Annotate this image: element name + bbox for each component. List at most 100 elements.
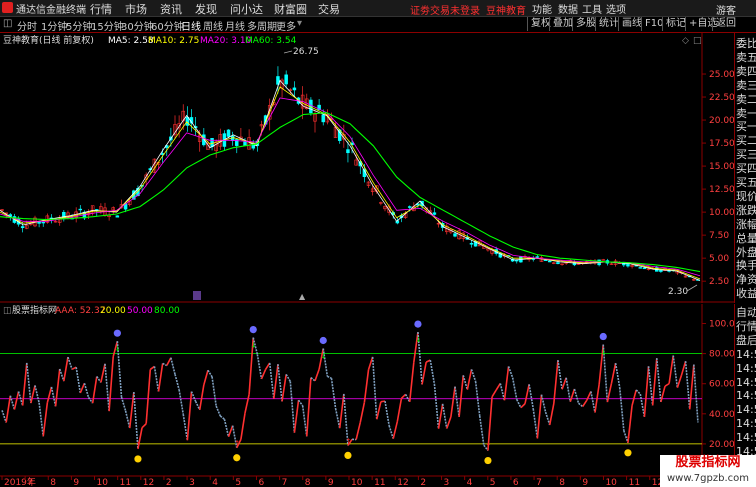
login-notice[interactable]: 证劵交易未登录 bbox=[410, 2, 480, 17]
menu-item-faxian[interactable]: 发现 bbox=[195, 1, 217, 17]
sell-signal-icon bbox=[113, 329, 121, 337]
quote-cell: 买五 bbox=[736, 176, 756, 189]
menu-item-jiaoyi[interactable]: 交易 bbox=[318, 1, 340, 17]
event-marker-icon[interactable] bbox=[193, 291, 201, 300]
legend-ma5: MA5: 2.58 bbox=[108, 36, 154, 46]
period-60min[interactable]: 60分钟 bbox=[151, 18, 184, 33]
menu-item-hangqing[interactable]: 行情 bbox=[90, 1, 112, 17]
tick-cell: 14:5 bbox=[736, 361, 756, 375]
quote-cell: 涨跌 bbox=[736, 203, 756, 217]
candle-body bbox=[659, 269, 663, 272]
period-30min[interactable]: 30分钟 bbox=[121, 18, 154, 33]
candle-body bbox=[469, 243, 474, 245]
info-marker-icon[interactable]: ▲ bbox=[299, 292, 306, 301]
app-name: 通达信金融终端 bbox=[16, 5, 86, 16]
date-tick-label: 9 bbox=[328, 478, 334, 487]
menu-item-wenxiaoda[interactable]: 问小达 bbox=[230, 1, 263, 17]
quote-cell: 委比 bbox=[736, 37, 756, 50]
candle-body bbox=[346, 149, 350, 154]
tick-cell: 盘后 bbox=[736, 333, 756, 347]
menu-item-gongju[interactable]: 工具 bbox=[582, 1, 602, 16]
date-tick-label: 7 bbox=[27, 478, 33, 487]
date-tick-label: 7 bbox=[282, 478, 288, 487]
menu-item-zixun[interactable]: 资讯 bbox=[160, 1, 182, 17]
price-tick-label: 17.50 bbox=[709, 139, 735, 149]
legend-level-80: 80.00 bbox=[154, 306, 180, 316]
watermark: 股票指标网 www.7gpzb.com bbox=[660, 455, 756, 487]
period-fenshi[interactable]: 分时 bbox=[17, 18, 37, 33]
date-tick-label: 11 bbox=[120, 478, 131, 487]
candle-body bbox=[115, 215, 120, 218]
candle-body bbox=[432, 212, 437, 215]
legend-ma10: MA10: 2.75 bbox=[148, 36, 199, 46]
buy-signal-icon bbox=[233, 454, 241, 462]
quote-cell: 买一 bbox=[736, 120, 756, 134]
quote-cell: 卖三 bbox=[736, 78, 756, 92]
candle-body bbox=[453, 233, 457, 237]
buy-signal-icon bbox=[484, 456, 492, 465]
price-tick-label: 2.50 bbox=[709, 277, 729, 287]
period-multi[interactable]: 多周期 bbox=[247, 18, 277, 33]
price-tick-label: 25.00 bbox=[709, 70, 735, 80]
candle-body bbox=[78, 208, 83, 211]
quote-cell: 总量 bbox=[736, 231, 756, 245]
candle-body bbox=[407, 206, 412, 208]
date-tick-label: 8 bbox=[50, 478, 56, 487]
legend-level-50: 50.00 bbox=[127, 306, 153, 316]
up-arrow-icon: ↑ bbox=[345, 437, 351, 445]
sell-signal-icon bbox=[414, 320, 422, 328]
period-daily[interactable]: 日线 bbox=[181, 18, 201, 33]
date-tick-label: 5 bbox=[235, 478, 241, 487]
chevron-down-icon[interactable]: ▾ bbox=[297, 18, 302, 29]
price-tick-label: 12.50 bbox=[709, 185, 735, 195]
legend-aaa: AAA: 52.37 bbox=[55, 306, 105, 316]
price-chart[interactable]: 豆神教育(日线 前复权) MA5: 2.58 MA10: 2.75 MA20: … bbox=[0, 33, 756, 303]
quote-cell: 卖二 bbox=[736, 92, 756, 106]
period-weekly[interactable]: 周线 bbox=[203, 18, 223, 33]
candle-body bbox=[292, 87, 297, 91]
candle-body bbox=[642, 267, 647, 270]
quote-cell: 净资 bbox=[736, 273, 756, 287]
collapse-icon[interactable]: ◇ bbox=[682, 36, 689, 46]
indicator-menu-icon[interactable]: ◫ bbox=[3, 306, 12, 316]
menu-item-gongneng[interactable]: 功能 bbox=[532, 1, 552, 16]
date-tick-label: 4 bbox=[467, 478, 473, 487]
tick-cell: 自动 bbox=[736, 306, 756, 319]
menu-item-caifuquan[interactable]: 财富圈 bbox=[274, 1, 307, 17]
indicator-chart[interactable]: ◫ 股票指标网 AAA: 52.37 20.00 50.00 80.00 100… bbox=[0, 304, 756, 487]
sub-legend-title: 股票指标网 bbox=[12, 304, 57, 316]
close-icon[interactable]: □ bbox=[693, 36, 702, 46]
down-arrow-icon: ↓ bbox=[601, 349, 607, 357]
candle-body bbox=[284, 74, 288, 85]
account-name[interactable]: 豆神教育 bbox=[486, 2, 526, 17]
period-more[interactable]: 更多 bbox=[276, 18, 296, 33]
date-tick-label: 7 bbox=[536, 478, 542, 487]
period-1min[interactable]: 1分钟 bbox=[41, 18, 67, 33]
menu-item-shichang[interactable]: 市场 bbox=[125, 1, 147, 17]
period-monthly[interactable]: 月线 bbox=[225, 18, 245, 33]
tick-cell: 14:5 bbox=[736, 403, 756, 417]
menu-item-xuanxiang[interactable]: 选项 bbox=[606, 1, 626, 16]
price-tick-label: 10.00 bbox=[709, 208, 735, 218]
date-tick-label: 6 bbox=[513, 478, 519, 487]
tick-cell: 14:5 bbox=[736, 375, 756, 389]
period-15min[interactable]: 15分钟 bbox=[91, 18, 124, 33]
down-arrow-icon: ↓ bbox=[115, 345, 121, 353]
guest-label[interactable]: 游客 bbox=[716, 2, 736, 17]
back-button[interactable]: 返回 bbox=[712, 17, 739, 31]
candle-body bbox=[515, 259, 519, 262]
quote-cell: 涨幅 bbox=[736, 217, 756, 231]
quote-cell: 卖四 bbox=[736, 64, 756, 78]
date-tick-label: 5 bbox=[490, 478, 496, 487]
app-logo-icon bbox=[2, 2, 13, 13]
lock-icon[interactable]: ◫ bbox=[3, 18, 12, 29]
up-arrow-icon: ↑ bbox=[135, 441, 141, 449]
quote-cell: 买四 bbox=[736, 162, 756, 176]
legend-ma60: MA60: 3.54 bbox=[245, 36, 297, 46]
menu-item-shuju[interactable]: 数据 bbox=[558, 1, 578, 16]
quote-side-panel: 委比 卖五 卖四 卖三 卖二 卖一 买一 买二 买三 买四 买五 现价 涨跌 涨幅 总量 外盘 换手 净资 收益 bbox=[734, 33, 756, 303]
quote-cell: 外盘 bbox=[736, 245, 756, 259]
date-tick-label: 2 bbox=[166, 478, 172, 487]
buy-signal-icon bbox=[134, 455, 142, 463]
period-5min[interactable]: 5分钟 bbox=[66, 18, 92, 33]
